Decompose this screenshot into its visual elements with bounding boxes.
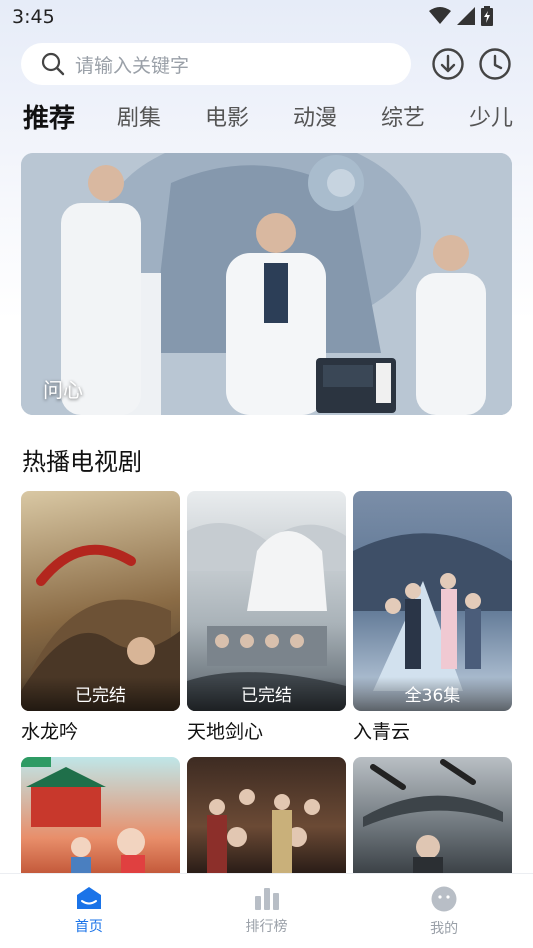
drama-title: 天地剑心 — [187, 721, 264, 743]
drama-card[interactable] — [187, 757, 346, 879]
tab-recommend[interactable]: 推荐 — [23, 100, 75, 135]
status-time: 3:45 — [12, 6, 55, 28]
signal-icon — [457, 7, 475, 25]
history-icon[interactable] — [478, 47, 512, 81]
drama-title: 入青云 — [353, 721, 411, 743]
drama-card[interactable]: 已完结 天地剑心 — [187, 491, 346, 744]
poster-artwork — [21, 757, 145, 873]
search-icon — [41, 52, 65, 76]
status-badge: 已完结 — [187, 677, 346, 711]
drama-poster — [187, 757, 346, 873]
battery-icon — [481, 6, 493, 26]
poster-artwork — [363, 759, 503, 873]
wifi-icon — [429, 7, 451, 24]
status-badge: 已完结 — [21, 677, 180, 711]
banner-artwork — [21, 153, 512, 415]
featured-banner[interactable]: 问心 — [21, 153, 512, 415]
status-icons — [429, 6, 493, 26]
drama-poster: 已完结 — [187, 491, 346, 711]
nav-home-label: 首页 — [74, 919, 103, 935]
drama-card[interactable]: 已完结 水龙吟 — [21, 491, 180, 744]
tab-movies[interactable]: 电影 — [205, 100, 249, 132]
drama-poster: 已完结 — [21, 491, 180, 711]
nav-home[interactable]: 首页 — [0, 874, 178, 948]
banner-caption: 问心 — [43, 378, 83, 402]
drama-poster: 全36集 — [353, 491, 512, 711]
drama-card[interactable] — [353, 757, 512, 879]
drama-card[interactable] — [21, 757, 180, 879]
search-placeholder: 请输入关键字 — [75, 54, 190, 77]
search-input[interactable]: 请输入关键字 — [21, 43, 411, 85]
category-tabs: 推荐 剧集 电影 动漫 综艺 少儿 — [0, 100, 533, 140]
tab-variety[interactable]: 综艺 — [381, 100, 425, 132]
profile-icon — [431, 886, 457, 912]
tab-kids[interactable]: 少儿 — [469, 100, 513, 132]
nav-ranking-label: 排行榜 — [245, 919, 288, 935]
drama-poster — [21, 757, 180, 873]
nav-ranking[interactable]: 排行榜 — [178, 874, 356, 948]
drama-card[interactable]: 全36集 入青云 — [353, 491, 512, 744]
tab-anime[interactable]: 动漫 — [293, 100, 337, 132]
poster-artwork — [207, 789, 320, 873]
nav-profile[interactable]: 我的 — [355, 874, 533, 948]
status-bar: 3:45 — [0, 0, 533, 36]
section-title: 热播电视剧 — [22, 448, 142, 476]
nav-profile-label: 我的 — [430, 921, 459, 937]
drama-poster — [353, 757, 512, 873]
tab-series[interactable]: 剧集 — [117, 100, 161, 132]
download-icon[interactable] — [431, 47, 465, 81]
home-icon — [76, 887, 101, 909]
ranking-icon — [254, 888, 279, 910]
status-badge: 全36集 — [353, 677, 512, 711]
bottom-nav: 首页 排行榜 我的 — [0, 873, 533, 948]
drama-title: 水龙吟 — [21, 721, 79, 743]
search-row: 请输入关键字 — [21, 43, 513, 87]
